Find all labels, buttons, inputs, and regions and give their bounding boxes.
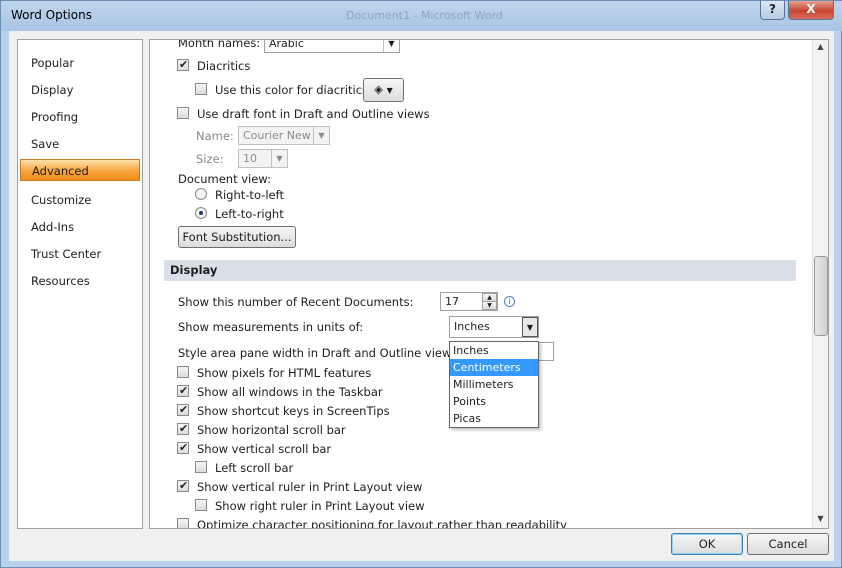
paint-bucket-icon: ◈ [374, 82, 384, 96]
option-label: Show right ruler in Print Layout view [215, 499, 425, 513]
info-icon: i [504, 296, 515, 307]
units-dropdown-list: Inches Centimeters Millimeters Points Pi… [449, 341, 539, 428]
vertical-scrollbar[interactable]: ▲ ▼ [812, 40, 828, 528]
units-label: Show measurements in units of: [178, 320, 364, 334]
color-picker-button[interactable]: ◈ ▼ [363, 78, 404, 102]
option-checkbox[interactable] [177, 479, 189, 492]
units-option-millimeters[interactable]: Millimeters [450, 376, 538, 393]
diacritics-checkbox[interactable] [177, 58, 189, 71]
draft-font-name-select[interactable]: Courier New ▼ [238, 126, 330, 145]
chevron-down-icon: ▼ [522, 317, 538, 337]
recent-documents-label: Show this number of Recent Documents: [178, 295, 414, 309]
option-label: Show shortcut keys in ScreenTips [197, 404, 390, 418]
chevron-down-icon: ▼ [271, 150, 287, 167]
draft-font-size-value: 10 [243, 152, 257, 165]
chevron-down-icon: ▼ [313, 127, 329, 144]
nav-item-trust-center[interactable]: Trust Center [20, 243, 140, 265]
nav-item-advanced[interactable]: Advanced [20, 159, 140, 181]
diacritics-label: Diacritics [197, 59, 251, 73]
option-label: Show pixels for HTML features [197, 366, 372, 380]
chevron-down-icon: ▼ [386, 86, 393, 95]
size-label: Size: [196, 152, 224, 166]
left-to-right-label: Left-to-right [215, 207, 284, 221]
scroll-down-icon[interactable]: ▼ [815, 514, 826, 523]
diacritics-color-label: Use this color for diacritics [215, 83, 369, 97]
advanced-options-panel: Month names: Arabic ▼ Diacritics Use thi… [149, 39, 829, 529]
units-select[interactable]: Inches ▼ [449, 316, 539, 338]
units-option-inches[interactable]: Inches [450, 342, 538, 359]
dialog-client-area: Popular Display Proofing Save Advanced C… [9, 31, 834, 561]
option-label: Show horizontal scroll bar [197, 423, 346, 437]
option-label: Show all windows in the Taskbar [197, 385, 383, 399]
category-sidebar: Popular Display Proofing Save Advanced C… [17, 39, 143, 529]
draft-font-checkbox[interactable] [177, 107, 189, 119]
units-value: Inches [454, 320, 490, 333]
nav-item-customize[interactable]: Customize [20, 189, 140, 211]
diacritics-color-checkbox[interactable] [195, 83, 207, 95]
right-to-left-radio[interactable] [195, 188, 207, 200]
cancel-button[interactable]: Cancel [747, 533, 829, 555]
option-label: Optimize character positioning for layou… [197, 518, 567, 529]
nav-item-display[interactable]: Display [20, 79, 140, 101]
draft-font-label: Use draft font in Draft and Outline view… [197, 107, 430, 121]
window-title: Word Options [11, 8, 92, 22]
option-checkbox[interactable] [177, 441, 189, 454]
ok-button[interactable]: OK [671, 533, 743, 555]
option-checkbox[interactable] [177, 518, 189, 528]
option-checkbox[interactable] [177, 422, 189, 435]
background-window-title: Document1 - Microsoft Word [346, 9, 503, 22]
word-options-dialog: Word Options Document1 - Microsoft Word … [0, 0, 842, 568]
month-names-select[interactable]: Arabic ▼ [264, 39, 400, 53]
document-view-label: Document view: [178, 172, 271, 186]
option-checkbox[interactable] [195, 461, 207, 473]
option-checkbox[interactable] [177, 403, 189, 416]
help-button[interactable]: ? [760, 1, 785, 20]
font-substitution-button[interactable]: Font Substitution... [178, 226, 296, 248]
left-to-right-radio[interactable] [195, 207, 207, 219]
option-checkbox[interactable] [177, 384, 189, 397]
option-label: Left scroll bar [215, 461, 294, 475]
units-option-picas[interactable]: Picas [450, 410, 538, 427]
nav-item-resources[interactable]: Resources [20, 270, 140, 292]
units-option-centimeters[interactable]: Centimeters [450, 359, 538, 376]
option-label: Show vertical scroll bar [197, 442, 332, 456]
title-bar[interactable]: Word Options Document1 - Microsoft Word … [1, 1, 842, 31]
nav-item-add-ins[interactable]: Add-Ins [20, 216, 140, 238]
spin-down-icon[interactable]: ▼ [482, 301, 497, 310]
draft-font-size-select[interactable]: 10 ▼ [238, 149, 288, 168]
month-names-value: Arabic [269, 39, 304, 50]
option-checkbox[interactable] [177, 366, 189, 378]
month-names-label: Month names: [178, 39, 261, 50]
draft-font-name-value: Courier New [243, 129, 311, 142]
chevron-down-icon: ▼ [383, 40, 399, 52]
display-section-header: Display [164, 260, 796, 281]
option-checkbox[interactable] [195, 499, 207, 511]
units-option-points[interactable]: Points [450, 393, 538, 410]
option-label: Show vertical ruler in Print Layout view [197, 480, 423, 494]
right-to-left-label: Right-to-left [215, 188, 284, 202]
scrollbar-thumb[interactable] [814, 256, 828, 336]
nav-item-save[interactable]: Save [20, 133, 140, 155]
nav-item-proofing[interactable]: Proofing [20, 106, 140, 128]
nav-item-popular[interactable]: Popular [20, 52, 140, 74]
scroll-up-icon[interactable]: ▲ [815, 42, 826, 51]
name-label: Name: [196, 129, 234, 143]
close-button[interactable]: X [788, 1, 834, 20]
recent-documents-spinner[interactable]: 17 ▲ ▼ [440, 292, 498, 311]
style-area-label: Style area pane width in Draft and Outli… [178, 346, 462, 360]
recent-documents-value: 17 [445, 295, 459, 308]
